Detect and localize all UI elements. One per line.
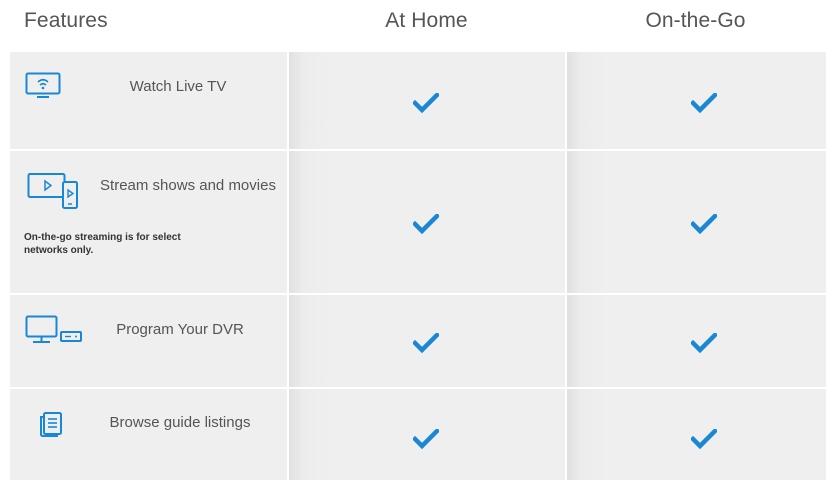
features-column-header: Features bbox=[24, 9, 108, 32]
feature-cell: Watch Live TV bbox=[10, 52, 287, 149]
checkmark-icon bbox=[413, 93, 439, 113]
table-row-stream-shows: Stream shows and movies On-the-go stream… bbox=[10, 151, 826, 293]
feature-label: Browse guide listings bbox=[109, 414, 251, 431]
stream-devices-icon bbox=[27, 171, 83, 216]
table-row-program-dvr: Program Your DVR bbox=[10, 295, 826, 387]
feature-cell: Program Your DVR bbox=[10, 295, 287, 387]
checkmark-icon bbox=[691, 333, 717, 353]
tv-wifi-icon bbox=[25, 72, 61, 105]
feature-note: On-the-go streaming is for select networ… bbox=[24, 232, 181, 256]
checkmark-icon bbox=[413, 333, 439, 353]
checkmark-icon bbox=[413, 214, 439, 234]
table-row-watch-live-tv: Watch Live TV bbox=[10, 52, 826, 149]
at-home-column-header: At Home bbox=[385, 9, 468, 32]
at-home-cell bbox=[289, 151, 565, 293]
table-row-browse-guide: Browse guide listings bbox=[10, 389, 826, 480]
feature-cell: Stream shows and movies On-the-go stream… bbox=[10, 151, 287, 293]
feature-cell: Browse guide listings bbox=[10, 389, 287, 480]
on-the-go-cell bbox=[567, 151, 826, 293]
comparison-header: Features At Home On-the-Go bbox=[0, 0, 835, 52]
feature-label: Watch Live TV bbox=[129, 78, 227, 95]
on-the-go-cell bbox=[567, 52, 826, 149]
at-home-cell bbox=[289, 52, 565, 149]
at-home-cell bbox=[289, 389, 565, 480]
feature-label: Program Your DVR bbox=[116, 321, 244, 338]
guide-listing-icon bbox=[38, 411, 64, 442]
checkmark-icon bbox=[691, 214, 717, 234]
on-the-go-column-header: On-the-Go bbox=[645, 9, 746, 32]
tv-dvr-icon bbox=[25, 315, 83, 352]
checkmark-icon bbox=[413, 429, 439, 449]
on-the-go-cell bbox=[567, 389, 826, 480]
at-home-cell bbox=[289, 295, 565, 387]
on-the-go-cell bbox=[567, 295, 826, 387]
feature-label: Stream shows and movies bbox=[100, 177, 276, 194]
checkmark-icon bbox=[691, 429, 717, 449]
checkmark-icon bbox=[691, 93, 717, 113]
